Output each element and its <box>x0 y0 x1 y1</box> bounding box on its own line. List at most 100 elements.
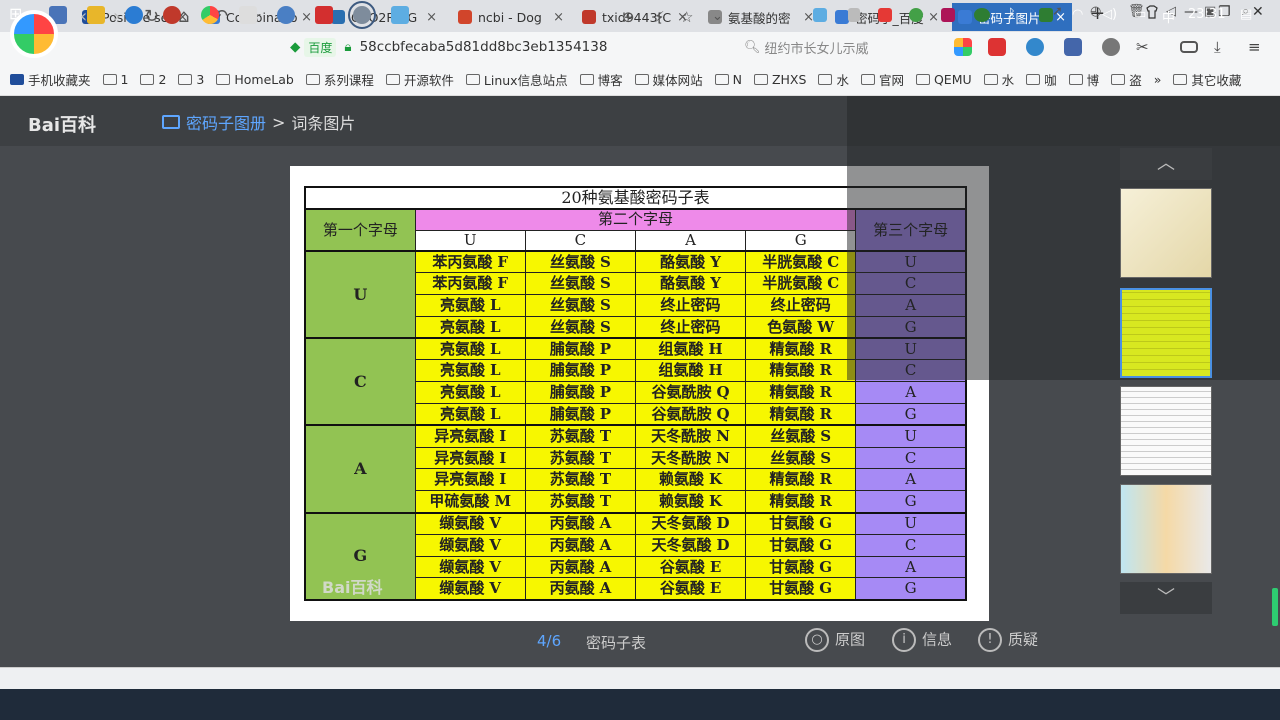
dropdown-icon[interactable]: ⌄ <box>712 9 723 24</box>
rocket-icon[interactable]: ➚ <box>1052 4 1063 19</box>
amino-acid-code: R <box>819 470 832 489</box>
thumbs-up-arrow-icon[interactable]: ︿ <box>1120 148 1212 180</box>
bookmark-item[interactable]: 咖 <box>1026 70 1057 89</box>
forward-icon[interactable]: › <box>113 6 120 27</box>
security-icon[interactable] <box>1039 8 1053 22</box>
amino-acid-code: R <box>819 339 832 358</box>
bookmark-item[interactable]: 博客 <box>579 70 623 89</box>
baidu-baike-logo[interactable]: Bai百科 <box>28 111 96 137</box>
tab-close-icon[interactable]: × <box>426 10 437 25</box>
shirt-icon[interactable] <box>1144 4 1160 24</box>
edge-icon[interactable] <box>125 6 143 24</box>
bookmark-item[interactable]: N <box>714 72 742 87</box>
codon-cell: 组氨酸 H <box>634 337 747 361</box>
theme-icon[interactable] <box>1102 38 1120 56</box>
tab-3[interactable]: GEO2R - G × <box>325 3 443 31</box>
battery-icon[interactable] <box>1180 41 1198 53</box>
menu-icon[interactable]: ≡ <box>1248 38 1266 56</box>
tray-app-5-icon[interactable] <box>941 8 955 22</box>
thumbs-down-arrow-icon[interactable]: ﹀ <box>1120 582 1212 614</box>
bookmark-item[interactable]: 水 <box>983 70 1014 89</box>
bookmark-item[interactable]: 1 <box>102 72 128 87</box>
close-icon[interactable]: ✕ <box>1252 4 1264 20</box>
breadcrumb-album-link[interactable]: 密码子图册 <box>186 110 266 134</box>
bookmark-item[interactable]: 系列课程 <box>305 70 374 89</box>
active-browser-icon[interactable] <box>348 1 376 29</box>
pdf-icon[interactable] <box>315 6 333 24</box>
zoom-icon[interactable]: ⊕ <box>622 8 635 26</box>
report-button[interactable]: ! 质疑 <box>978 628 1038 652</box>
bookmark-item[interactable]: 官网 <box>860 70 904 89</box>
clock-time[interactable]: 23:31 <box>1188 7 1225 22</box>
bookmark-label: N <box>732 72 742 87</box>
flash-icon[interactable]: ⚡ <box>654 8 665 26</box>
status-bar <box>0 667 1280 689</box>
thumbnail-2[interactable] <box>1120 288 1212 378</box>
wechat-icon[interactable] <box>974 8 990 22</box>
ime-indicator[interactable]: 中 <box>1162 7 1175 26</box>
thumbnail-3[interactable] <box>1120 386 1212 476</box>
bookmark-item[interactable]: 博 <box>1068 70 1099 89</box>
tab-5[interactable]: txid9443[C × <box>576 3 694 31</box>
tray-battery-icon[interactable]: ▭ <box>1134 7 1146 22</box>
address-bar[interactable]: ◆ 百度 🔒︎ 58ccbfecaba5d81dd8bc3eb1354138 <box>290 36 740 58</box>
bookmark-item[interactable]: 盗 <box>1111 70 1142 89</box>
speed-icon[interactable]: ◴ <box>1090 4 1101 19</box>
tray-app-1-icon[interactable] <box>813 8 827 22</box>
translate-icon[interactable] <box>1026 38 1044 56</box>
bookmark-item[interactable]: 2 <box>140 72 166 87</box>
apps-icon[interactable] <box>954 38 972 56</box>
notification-icon[interactable]: ▤ <box>1240 7 1252 22</box>
amino-acid-code: Q <box>716 404 730 423</box>
taskbar-app-4-icon[interactable] <box>163 6 181 24</box>
thumbnail-1[interactable] <box>1120 188 1212 278</box>
bluetooth-icon[interactable]: ᛒ <box>1008 7 1016 22</box>
taskbar-app-10-icon[interactable] <box>391 6 409 24</box>
original-button[interactable]: ○ 原图 <box>805 628 865 652</box>
tray-app-2-icon[interactable] <box>848 8 860 22</box>
info-button[interactable]: i 信息 <box>892 628 952 652</box>
reload-icon[interactable]: ↻ <box>144 6 159 27</box>
bookmark-item[interactable]: Linux信息站点 <box>465 70 568 89</box>
wifi-icon[interactable]: ◠ <box>1072 7 1083 22</box>
file-explorer-icon[interactable] <box>87 6 105 24</box>
amino-acid-code: L <box>489 295 501 314</box>
volume-icon[interactable]: ◁) <box>1102 7 1117 22</box>
r-icon[interactable] <box>277 6 295 24</box>
tray-app-4-icon[interactable] <box>909 8 923 22</box>
tab-4[interactable]: ncbi - Dog × <box>452 3 570 31</box>
tab-close-icon[interactable]: × <box>301 10 312 25</box>
tray-app-3-icon[interactable] <box>878 8 892 22</box>
notepad-icon[interactable] <box>239 6 257 24</box>
download-icon[interactable]: ⤓ <box>1214 38 1232 56</box>
game-icon[interactable] <box>988 38 1006 56</box>
bookmark-item[interactable]: 3 <box>178 72 204 87</box>
browser-logo-icon[interactable] <box>10 10 58 58</box>
codon-cell: 缬氨酸 V <box>414 511 526 535</box>
bookmark-item[interactable]: 开源软件 <box>385 70 454 89</box>
tab-close-icon[interactable]: × <box>928 10 939 25</box>
bookmark-item[interactable]: ZHXS <box>753 72 806 87</box>
thumbnail-4[interactable] <box>1120 484 1212 574</box>
bookmark-item[interactable]: 手机收藏夹 <box>10 70 91 89</box>
codon-cell: 谷氨酰胺 Q <box>634 403 747 426</box>
side-scroll-indicator[interactable] <box>1272 588 1278 626</box>
bookmark-item[interactable]: 水 <box>818 70 849 89</box>
bookmark-item[interactable]: 媒体网站 <box>634 70 703 89</box>
bookmark-star-icon[interactable]: ☆ <box>680 8 693 26</box>
amino-acid-code: S <box>599 252 611 271</box>
codon-cell: 缬氨酸 V <box>414 555 526 579</box>
search-box[interactable]: 🔍︎ 纽约市长女儿示威 <box>744 36 934 58</box>
address-url[interactable]: 58ccbfecaba5d81dd8bc3eb1354138 <box>360 39 608 55</box>
bookmark-item[interactable]: 其它收藏 <box>1173 70 1241 89</box>
scissors-icon[interactable]: ✂ <box>1136 38 1154 56</box>
bookmark-item[interactable]: HomeLab <box>216 72 294 87</box>
codon-cell: 异亮氨酸 I <box>414 468 526 492</box>
codon-cell: 苯丙氨酸 F <box>414 272 526 296</box>
tab-close-icon[interactable]: × <box>553 10 564 25</box>
bookmark-item[interactable]: QEMU <box>915 72 972 87</box>
chrome-icon[interactable] <box>201 6 219 24</box>
bookmark-item[interactable]: » <box>1154 72 1162 87</box>
folder-icon <box>1026 74 1041 85</box>
cloud-icon[interactable] <box>1064 38 1082 56</box>
